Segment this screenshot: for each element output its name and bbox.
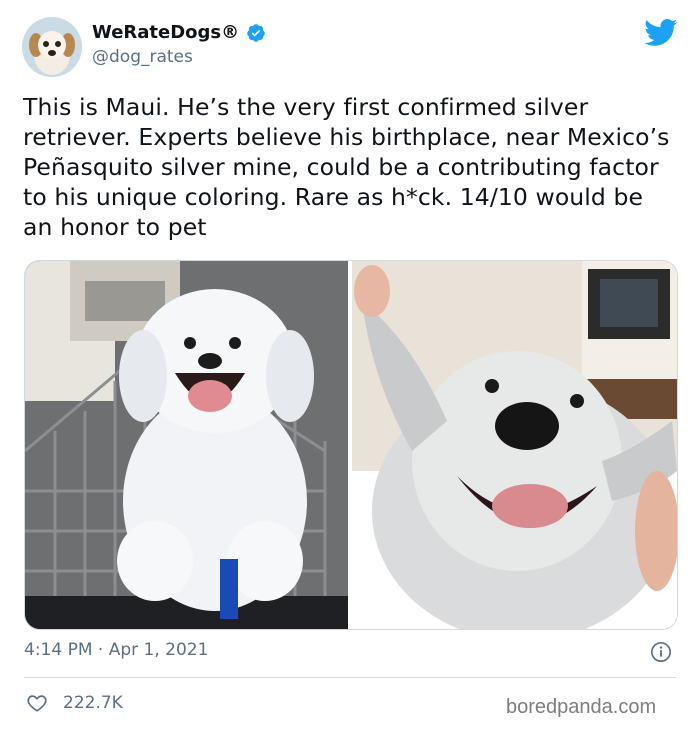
media-grid[interactable] — [24, 260, 678, 630]
photo-dog-ears-up[interactable] — [352, 261, 677, 629]
photo-puppy-in-cart[interactable] — [25, 261, 348, 629]
twitter-bird-icon[interactable] — [644, 18, 678, 48]
display-name[interactable]: WeRateDogs® — [92, 22, 239, 43]
tweet-text: This is Maui. He’s the very first confir… — [23, 93, 670, 241]
heart-icon[interactable] — [26, 692, 48, 714]
watermark: boredpanda.com — [506, 696, 657, 718]
tweet-timestamp[interactable]: 4:14 PM · Apr 1, 2021 — [24, 640, 208, 660]
handle[interactable]: @dog_rates — [92, 47, 193, 67]
avatar[interactable] — [22, 17, 82, 77]
divider — [24, 677, 676, 678]
info-icon[interactable] — [650, 641, 672, 663]
tweet-card: WeRateDogs® @dog_rates This is Maui. He’… — [0, 0, 700, 732]
author-name-row[interactable]: WeRateDogs® — [92, 22, 266, 43]
verified-badge-icon — [247, 23, 265, 42]
like-count: 222.7K — [63, 693, 123, 713]
like-action[interactable]: 222.7K — [26, 692, 123, 714]
